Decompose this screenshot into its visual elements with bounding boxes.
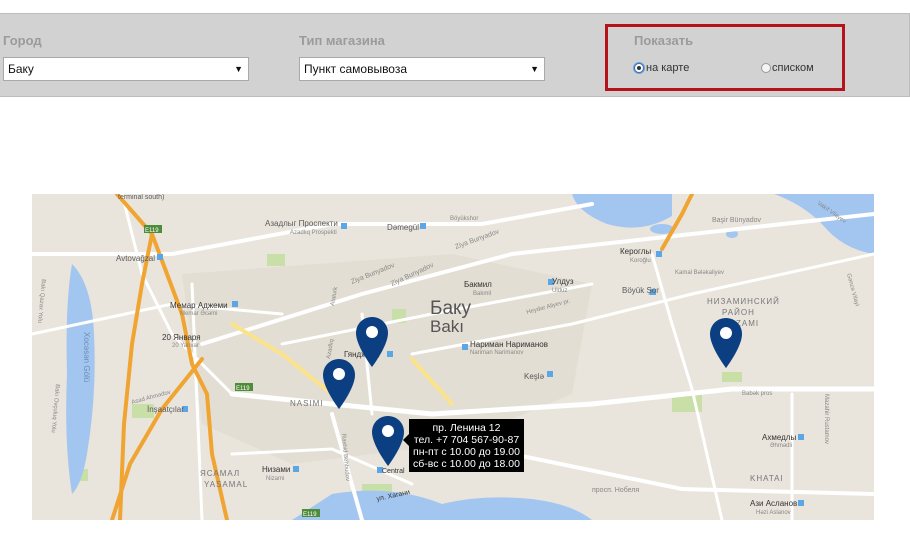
- tooltip-address: пр. Ленина 12: [432, 422, 501, 434]
- map-label: İnşaatçılar: [147, 405, 184, 414]
- store-type-label: Тип магазина: [299, 33, 385, 48]
- dropdown-arrow-icon: ▼: [530, 64, 539, 74]
- map-label: просп. Нобеля: [592, 486, 639, 494]
- map-label: Ахмедлы: [762, 433, 796, 442]
- map-label: Keşlə: [524, 372, 545, 381]
- store-type-select-value: Пункт самовывоза: [304, 62, 408, 76]
- map-label: Həzi Aslanov: [756, 510, 791, 516]
- show-label: Показать: [634, 33, 694, 48]
- map-marker-icon[interactable]: [371, 415, 405, 467]
- map-label: Азадлыг Проспекти: [265, 219, 338, 228]
- map-label: 20 Yanvar: [172, 343, 199, 349]
- map-label: Улдуз: [552, 277, 574, 286]
- map-marker-icon[interactable]: [709, 317, 743, 369]
- store-type-select[interactable]: Пункт самовывоза ▼: [299, 57, 545, 81]
- map-label: Nizami: [266, 476, 284, 482]
- map-label: Nariman Narimanov: [470, 350, 523, 356]
- show-on-map-radio[interactable]: [634, 63, 644, 73]
- district-label: KHATAI: [750, 474, 784, 483]
- map-label: E119: [145, 228, 159, 234]
- tooltip-weekday-hours: пн-пт с 10.00 до 19.00: [413, 446, 520, 458]
- map-label: Memar Əcəmi: [180, 311, 218, 317]
- show-as-list-label[interactable]: списком: [772, 62, 814, 74]
- map-label: Başir Bünyadov: [712, 217, 762, 224]
- city-select-value: Баку: [8, 62, 34, 76]
- map-label: Kamal Bələkaliyev: [675, 270, 724, 276]
- district-label: ЯСАМАЛ: [200, 469, 240, 478]
- map-label: Кероглы: [620, 247, 651, 256]
- district-label: НИЗАМИНСКИЙ: [707, 297, 780, 306]
- district-label: РАЙОН: [722, 308, 755, 317]
- map-label: Böyük Şor: [622, 286, 659, 295]
- city-name-az: Bakı: [430, 317, 464, 336]
- store-filter-bar: Город Баку ▼ Тип магазина Пункт самовыво…: [0, 13, 910, 97]
- map-label: Böyükshor: [450, 216, 478, 222]
- city-label: Город: [3, 33, 42, 48]
- map-label: Azadlıq Prospekti: [290, 230, 337, 236]
- map-label: 20 Января: [162, 333, 201, 342]
- city-name-ru: Баку: [430, 298, 472, 319]
- map-marker-icon[interactable]: [355, 316, 389, 368]
- dropdown-arrow-icon: ▼: [234, 64, 243, 74]
- map-label: E119: [303, 512, 317, 518]
- tooltip-phone: тел. +7 704 567-90-87: [413, 434, 520, 446]
- map-label: Babək pros: [742, 391, 772, 397]
- map-label: Ази Асланов: [750, 499, 797, 508]
- map-label: Dəmegül: [387, 223, 419, 232]
- map-label: Avtovağzal: [116, 254, 155, 263]
- map-label: Central: [382, 468, 405, 475]
- city-select[interactable]: Баку ▼: [3, 57, 249, 81]
- district-label: NASIMI: [290, 399, 324, 408]
- map-label: Əhmədli: [770, 443, 792, 449]
- map-label: Koroğlu: [630, 258, 651, 264]
- map-label: Ulduz: [552, 288, 567, 294]
- map-label: E119: [236, 386, 250, 392]
- store-info-tooltip: пр. Ленина 12 тел. +7 704 567-90-87 пн-п…: [403, 419, 524, 472]
- map-label: Bakmil: [473, 291, 491, 297]
- map-label: terminal south): [118, 194, 164, 201]
- map-label: Бакмил: [464, 280, 492, 289]
- map-label: Нариман Нариманов: [470, 340, 548, 349]
- map-label: Низами: [262, 465, 290, 474]
- district-label: YASAMAL: [204, 480, 248, 489]
- map-label: Xocəsən Gölü: [82, 332, 91, 382]
- show-as-list-radio[interactable]: [761, 63, 771, 73]
- show-on-map-label[interactable]: на карте: [646, 62, 689, 74]
- map-label: Mazahir Rustamov: [823, 394, 829, 444]
- map-marker-icon[interactable]: [322, 358, 356, 410]
- map-label: Мемар Аджеми: [170, 301, 228, 310]
- tooltip-weekend-hours: сб-вс с 10.00 до 18.00: [413, 458, 520, 470]
